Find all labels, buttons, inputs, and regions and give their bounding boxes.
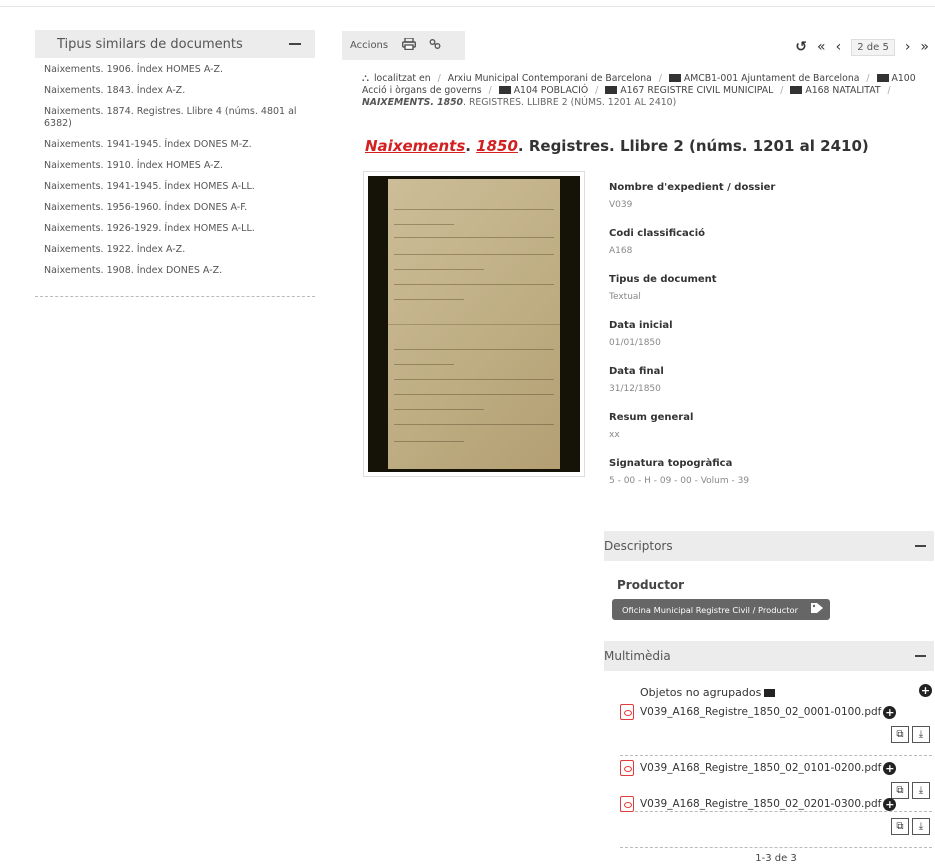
similar-documents-title: Tipus similars de documents (57, 36, 243, 52)
breadcrumb-item[interactable]: A168 NATALITAT (805, 85, 880, 96)
media-file-link[interactable]: V039_A168_Registre_1850_02_0101-0200.pdf (640, 762, 881, 774)
breadcrumb-item[interactable]: A104 POBLACIÓ (514, 85, 589, 96)
id-card-icon (790, 86, 803, 94)
producer-heading: Productor (617, 578, 685, 592)
id-card-icon (605, 86, 618, 94)
last-page-button[interactable]: » (920, 39, 929, 55)
metadata-field: Tipus de document Textual (609, 274, 717, 302)
next-page-button[interactable]: › (905, 39, 911, 55)
similar-document-link[interactable]: Naixements. 1874. Registres. Llibre 4 (n… (44, 106, 315, 130)
metadata-field: Resum general xx (609, 412, 694, 440)
document-thumbnail[interactable] (363, 171, 585, 477)
folder-icon (764, 689, 776, 697)
similar-document-link[interactable]: Naixements. 1926-1929. Índex HOMES A-LL. (44, 223, 315, 235)
actions-toolbar: Accions (342, 31, 465, 60)
breadcrumb-item[interactable]: A167 REGISTRE CIVIL MUNICIPAL (620, 85, 773, 96)
media-group-label: Objetos no agrupados (640, 686, 762, 699)
file-info-icon[interactable]: + (883, 761, 897, 775)
pdf-icon (620, 796, 634, 812)
collapse-icon[interactable] (289, 43, 301, 45)
title-highlight: Naixements (365, 137, 466, 155)
actions-button[interactable]: Accions (350, 40, 388, 51)
hierarchy-icon: ⛬ (362, 73, 369, 84)
copy-button[interactable]: ⧉ (891, 818, 909, 835)
media-file-link[interactable]: V039_A168_Registre_1850_02_0001-0100.pdf (640, 706, 881, 718)
similar-document-link[interactable]: Naixements. 1956-1960. Índex DONES A-F. (44, 202, 315, 214)
producer-tag[interactable]: Oficina Municipal Registre Civil / Produ… (612, 599, 831, 620)
breadcrumb-item[interactable]: AMCB1-001 Ajuntament de Barcelona (684, 73, 860, 84)
similar-document-link[interactable]: Naixements. 1906. Índex HOMES A-Z. (44, 64, 315, 76)
similar-document-link[interactable]: Naixements. 1922. Índex A-Z. (44, 244, 315, 256)
print-icon[interactable] (402, 37, 417, 53)
expand-group-icon[interactable]: + (919, 684, 932, 697)
tag-icon (810, 602, 824, 617)
media-file-item: V039_A168_Registre_1850_02_0201-0300.pdf… (620, 792, 932, 848)
file-info-icon[interactable]: + (883, 705, 897, 719)
top-divider (0, 6, 935, 7)
similar-document-link[interactable]: Naixements. 1941-1945. Índex DONES M-Z. (44, 139, 315, 151)
similar-documents-panel: Tipus similars de documents Naixements. … (35, 30, 315, 297)
multimedia-header[interactable]: Multimèdia (604, 641, 934, 671)
metadata-field: Codi classificació A168 (609, 228, 706, 256)
media-group-row: Objetos no agrupados + (640, 681, 932, 700)
breadcrumb: ⛬ localitzat en / Arxiu Municipal Contem… (362, 73, 916, 108)
breadcrumb-current: Naixements. 1850. Registres. Llibre 2 (n… (362, 97, 677, 108)
similar-documents-header[interactable]: Tipus similars de documents (35, 30, 315, 58)
media-file-link[interactable]: V039_A168_Registre_1850_02_0201-0300.pdf (640, 798, 881, 810)
breadcrumb-item[interactable]: Arxiu Municipal Contemporani de Barcelon… (448, 73, 652, 84)
breadcrumb-prefix: localitzat en (373, 73, 431, 84)
similar-document-link[interactable]: Naixements. 1908. Índex DONES A-Z. (44, 265, 315, 277)
copy-button[interactable]: ⧉ (891, 726, 909, 743)
reload-icon[interactable]: ↺ (795, 39, 807, 55)
title-highlight: 1850 (476, 137, 518, 155)
descriptors-title: Descriptors (604, 539, 673, 553)
metadata-field: Nombre d'expedient / dossier V039 (609, 182, 776, 210)
collapse-icon[interactable] (915, 655, 926, 657)
results-count: 1-3 de 3 (755, 853, 797, 864)
metadata-list: Nombre d'expedient / dossier V039 Codi cl… (609, 181, 929, 503)
collapse-icon[interactable] (915, 545, 926, 547)
id-card-icon (498, 86, 511, 94)
download-button[interactable]: ⤓ (912, 818, 930, 835)
page-title: Naixements. 1850. Registres. Llibre 2 (n… (365, 137, 869, 155)
multimedia-title: Multimèdia (604, 649, 671, 663)
record-pager: ↺ « ‹ 2 de 5 › » (755, 36, 935, 58)
similar-document-link[interactable]: Naixements. 1910. Índex HOMES A-Z. (44, 160, 315, 172)
media-file-item: V039_A168_Registre_1850_02_0001-0100.pdf… (620, 700, 932, 756)
link-icon[interactable] (429, 38, 441, 53)
current-position: 2 de 5 (851, 38, 895, 56)
similar-document-link[interactable]: Naixements. 1843. Índex A-Z. (44, 85, 315, 97)
producer-tag-label: Oficina Municipal Registre Civil / Produ… (622, 604, 799, 615)
first-page-button[interactable]: « (817, 39, 826, 55)
prev-page-button[interactable]: ‹ (836, 39, 842, 55)
pdf-icon (620, 760, 634, 776)
id-card-icon (876, 74, 889, 82)
metadata-field: Signatura topogràfica 5 - 00 - H - 09 - 0… (609, 458, 750, 486)
metadata-field: Data final 31/12/1850 (609, 366, 664, 394)
pdf-icon (620, 704, 634, 720)
file-info-icon[interactable]: + (883, 797, 897, 811)
scanned-page-image (388, 179, 560, 469)
similar-document-link[interactable]: Naixements. 1941-1945. Índex HOMES A-LL. (44, 181, 315, 193)
download-button[interactable]: ⤓ (912, 726, 930, 743)
metadata-field: Data inicial 01/01/1850 (609, 320, 673, 348)
similar-documents-list: Naixements. 1906. Índex HOMES A-Z. Naixe… (35, 58, 315, 297)
id-card-icon (668, 74, 681, 82)
descriptors-header[interactable]: Descriptors (604, 531, 934, 561)
